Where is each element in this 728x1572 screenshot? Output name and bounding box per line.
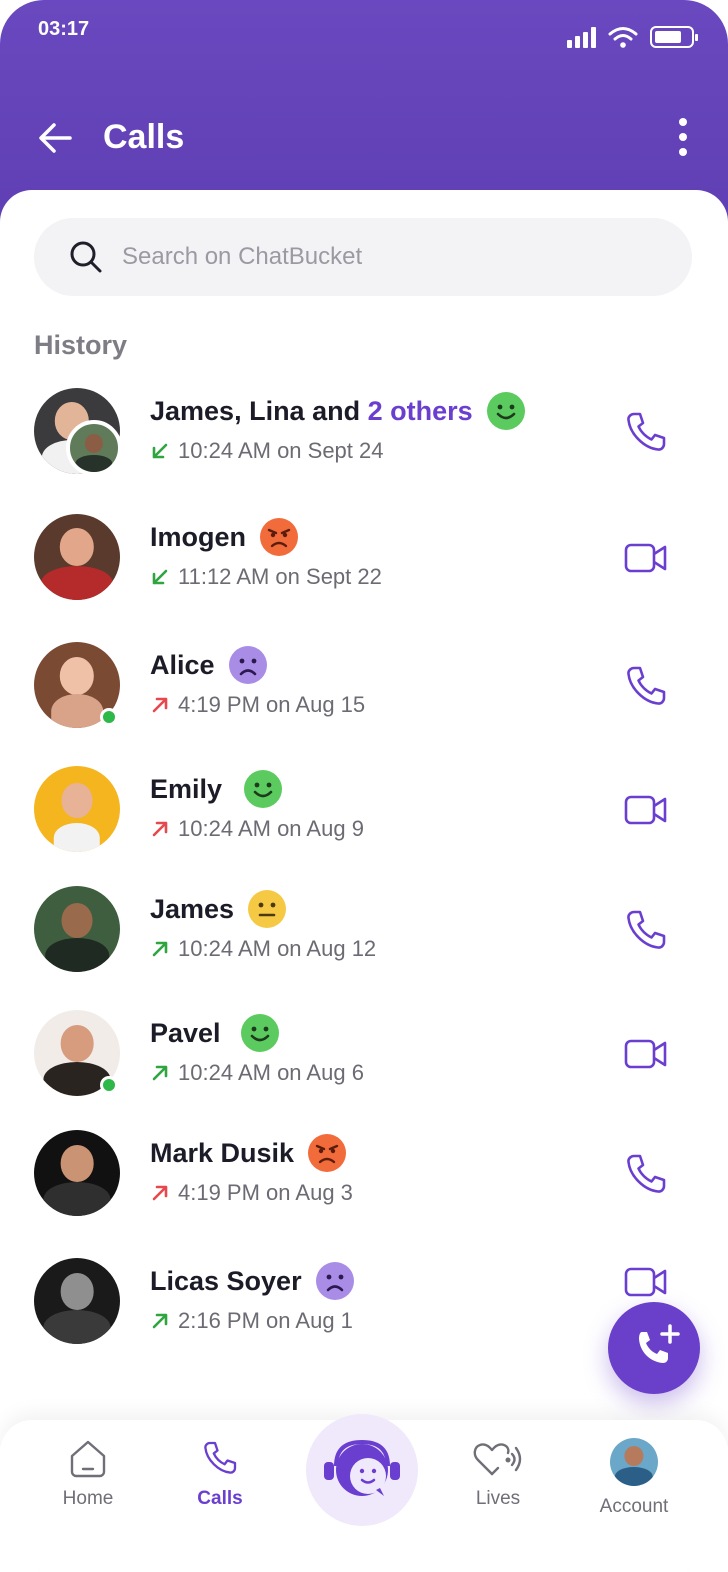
outgoing-call-arrow-icon — [152, 1313, 168, 1329]
tab-home[interactable]: Home — [28, 1438, 148, 1510]
voice-call-icon[interactable] — [622, 408, 670, 456]
search-icon — [70, 241, 102, 273]
page-title: Calls — [103, 118, 185, 156]
history-title: History — [34, 330, 128, 360]
tab-home-label: Home — [62, 1488, 114, 1509]
caller-name: James, Lina and 2 others — [150, 395, 473, 426]
group-avatar — [66, 420, 122, 476]
wifi-icon — [608, 27, 638, 48]
voice-call-icon[interactable] — [622, 1150, 670, 1198]
caller-name: Mark Dusik — [150, 1137, 295, 1168]
online-status-dot — [100, 1076, 118, 1094]
bottom-tab-bar: Home Calls Lives Account — [0, 1414, 728, 1572]
caller-name: Alice — [150, 649, 215, 680]
online-status-dot — [100, 708, 118, 726]
voice-call-icon[interactable] — [622, 906, 670, 954]
avatar — [34, 766, 120, 852]
missed-outgoing-arrow-icon — [152, 697, 168, 713]
incoming-call-arrow-icon — [152, 443, 168, 459]
outgoing-call-arrow-icon — [152, 1065, 168, 1081]
tab-calls-label: Calls — [197, 1488, 243, 1509]
voice-call-icon[interactable] — [622, 662, 670, 710]
video-call-icon[interactable] — [622, 786, 670, 834]
missed-outgoing-arrow-icon — [152, 821, 168, 837]
home-icon — [70, 1440, 106, 1478]
more-vertical-icon[interactable] — [668, 114, 698, 160]
top-app-bar: Calls — [0, 106, 728, 166]
video-call-icon[interactable] — [622, 1030, 670, 1078]
caller-name: Licas Soyer — [150, 1265, 302, 1296]
search-bar[interactable] — [34, 218, 692, 296]
incoming-call-arrow-icon — [152, 569, 168, 585]
tab-lives[interactable]: Lives — [438, 1438, 558, 1510]
status-icons — [567, 26, 698, 48]
missed-outgoing-arrow-icon — [152, 1185, 168, 1201]
neutral-emoji-icon — [248, 890, 287, 928]
video-call-icon[interactable] — [622, 534, 670, 582]
avatar — [610, 1438, 658, 1486]
call-time: 10:24 AM on Aug 6 — [178, 1060, 364, 1085]
call-time: 4:19 PM on Aug 3 — [178, 1180, 353, 1205]
new-call-button[interactable] — [608, 1302, 700, 1394]
sad-emoji-icon — [315, 1262, 354, 1300]
video-call-icon[interactable] — [622, 1258, 670, 1306]
happy-emoji-icon — [486, 392, 525, 430]
tab-account-label: Account — [599, 1496, 669, 1517]
chatbot-button[interactable] — [306, 1414, 418, 1526]
battery-icon — [650, 26, 698, 48]
avatar — [34, 1258, 120, 1344]
angry-emoji-icon — [308, 1134, 347, 1172]
happy-emoji-icon — [244, 770, 283, 808]
call-time: 10:24 AM on Aug 9 — [178, 816, 364, 841]
call-row[interactable]: Imogen 11:12 AM on Sept 22 — [0, 506, 728, 618]
caller-name: Imogen — [150, 521, 247, 552]
happy-emoji-icon — [240, 1014, 279, 1052]
tab-account[interactable]: Account — [574, 1438, 694, 1518]
avatar — [34, 886, 120, 972]
call-row[interactable]: James, Lina and 2 others 10:24 AM on Sep… — [0, 380, 728, 492]
call-time: 2:16 PM on Aug 1 — [178, 1308, 353, 1333]
phone-icon — [204, 1441, 237, 1474]
search-input[interactable] — [122, 243, 642, 271]
avatar — [34, 1130, 120, 1216]
add-call-icon — [639, 1324, 680, 1363]
call-row[interactable]: James 10:24 AM on Aug 12 — [0, 878, 728, 990]
others-count: 2 others — [367, 395, 473, 426]
tab-lives-label: Lives — [475, 1488, 521, 1509]
tab-calls[interactable]: Calls — [160, 1438, 280, 1510]
call-time: 4:19 PM on Aug 15 — [178, 692, 366, 717]
caller-name: Emily — [150, 773, 223, 804]
outgoing-call-arrow-icon — [152, 941, 168, 957]
signal-icon — [567, 26, 596, 48]
avatar — [34, 514, 120, 600]
caller-name: Pavel — [150, 1017, 221, 1048]
back-arrow-icon[interactable] — [34, 116, 78, 160]
call-row[interactable]: Alice 4:19 PM on Aug 15 — [0, 634, 728, 746]
heart-live-icon — [473, 1443, 522, 1476]
call-time: 10:24 AM on Aug 12 — [178, 936, 377, 961]
call-time: 10:24 AM on Sept 24 — [178, 438, 384, 463]
call-row[interactable]: Emily 10:24 AM on Aug 9 — [0, 758, 728, 870]
call-time: 11:12 AM on Sept 22 — [178, 564, 382, 589]
angry-emoji-icon — [260, 518, 299, 556]
chatbot-icon — [324, 1439, 400, 1496]
calls-screen: 03:17 Calls Search on ChatBucket History… — [0, 0, 728, 1572]
call-row[interactable]: Pavel 10:24 AM on Aug 6 — [0, 1002, 728, 1114]
status-time: 03:17 — [38, 18, 90, 40]
caller-name: James — [150, 893, 235, 924]
call-row[interactable]: Mark Dusik 4:19 PM on Aug 3 — [0, 1122, 728, 1234]
sad-emoji-icon — [228, 646, 267, 684]
